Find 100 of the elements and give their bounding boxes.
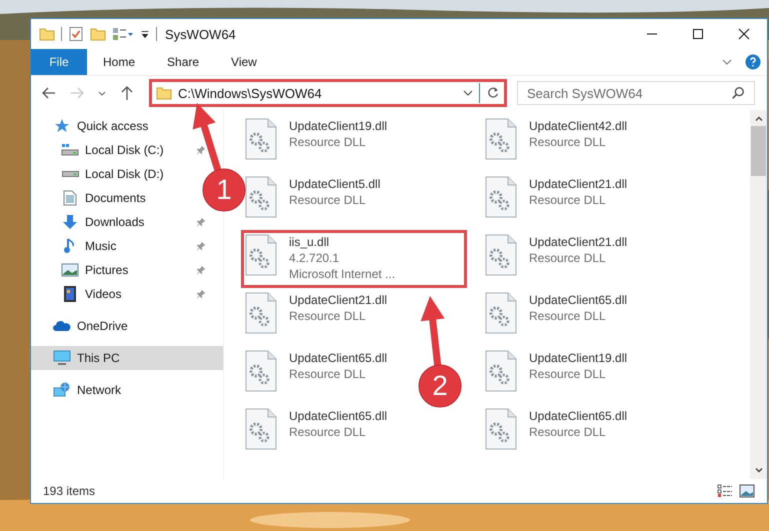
pin-icon[interactable] [196, 217, 206, 227]
document-icon [63, 190, 77, 206]
file-detail: Resource DLL [289, 424, 367, 440]
dll-file-icon [245, 408, 277, 450]
sidebar-item[interactable]: Quick access [31, 114, 223, 138]
picture-icon [61, 263, 79, 277]
sidebar-item[interactable]: Videos [61, 282, 122, 306]
step-number: 2 [431, 371, 449, 401]
sidebar-item[interactable]: Documents [61, 186, 146, 210]
up-arrow-icon[interactable] [119, 85, 135, 101]
scrollbar-thumb[interactable] [751, 126, 766, 176]
file-detail: 4.2.720.1 [289, 250, 340, 266]
pin-icon[interactable] [196, 265, 206, 275]
file-name: UpdateClient65.dll [529, 408, 628, 424]
file-name: UpdateClient21.dll [289, 292, 388, 308]
file-detail: Resource DLL [289, 308, 367, 324]
sidebar-item[interactable]: Downloads [61, 210, 144, 234]
item-count: 193 items [43, 484, 96, 498]
file-detail: Resource DLL [289, 134, 367, 150]
network-icon [53, 382, 71, 398]
file-detail: Resource DLL [529, 366, 607, 382]
close-icon [738, 28, 750, 40]
pin-icon[interactable] [196, 145, 206, 155]
file-item[interactable]: UpdateClient65.dll Resource DLL [481, 404, 634, 462]
properties-icon[interactable] [68, 26, 84, 42]
dll-file-icon [485, 408, 517, 450]
file-detail: Resource DLL [529, 192, 607, 208]
file-item[interactable]: iis_u.dll 4.2.720.1 Microsoft Internet ... [241, 230, 467, 288]
sidebar-item[interactable]: OneDrive [31, 314, 223, 338]
dll-file-icon [245, 176, 277, 218]
file-name: iis_u.dll [289, 234, 330, 250]
drive-icon [61, 143, 79, 157]
scroll-down-icon[interactable] [754, 465, 764, 475]
maximize-icon [692, 28, 704, 40]
help-icon[interactable] [745, 54, 761, 70]
file-detail: Resource DLL [529, 250, 607, 266]
file-detail: Resource DLL [289, 192, 367, 208]
music-note-icon [63, 238, 77, 254]
large-icons-view-icon[interactable] [739, 483, 755, 499]
dll-file-icon [245, 118, 277, 160]
pin-icon[interactable] [196, 241, 206, 251]
chevron-down-icon[interactable] [463, 88, 473, 98]
file-item[interactable]: UpdateClient65.dll Resource DLL [241, 346, 394, 404]
cloud-icon [53, 320, 71, 332]
sidebar-item[interactable]: Local Disk (C:) [61, 138, 164, 162]
sidebar-item[interactable]: Music [61, 234, 116, 258]
file-item[interactable]: UpdateClient19.dll Resource DLL [481, 346, 634, 404]
file-detail: Microsoft Internet ... [289, 266, 396, 282]
dll-file-icon [485, 350, 517, 392]
file-item[interactable]: UpdateClient19.dll Resource DLL [241, 114, 394, 172]
ribbon-tab[interactable]: Share [151, 49, 216, 75]
view-dropdown-icon[interactable] [112, 26, 134, 42]
dll-file-icon [485, 176, 517, 218]
dll-file-icon [245, 234, 277, 276]
download-icon [62, 214, 78, 230]
star-icon [54, 118, 70, 134]
file-item[interactable]: UpdateClient21.dll Resource DLL [241, 288, 394, 346]
back-arrow-icon[interactable] [41, 85, 57, 101]
search-field[interactable]: Search SysWOW64 [517, 81, 755, 105]
search-icon[interactable] [731, 86, 745, 100]
file-name: UpdateClient42.dll [529, 118, 628, 134]
pin-icon[interactable] [196, 289, 206, 299]
file-name: UpdateClient65.dll [289, 408, 388, 424]
file-item[interactable]: UpdateClient65.dll Resource DLL [241, 404, 394, 462]
file-detail: Resource DLL [529, 308, 607, 324]
sidebar-item[interactable]: Network [31, 378, 223, 402]
film-icon [63, 285, 77, 303]
file-name: UpdateClient65.dll [529, 292, 628, 308]
file-tab[interactable]: File [31, 49, 87, 75]
dll-file-icon [245, 350, 277, 392]
file-name: UpdateClient19.dll [529, 350, 628, 366]
file-name: UpdateClient65.dll [289, 350, 388, 366]
sidebar-item[interactable]: Pictures [61, 258, 128, 282]
file-name: UpdateClient19.dll [289, 118, 388, 134]
dll-file-icon [485, 234, 517, 276]
file-name: UpdateClient5.dll [289, 176, 380, 192]
file-name: UpdateClient21.dll [529, 176, 628, 192]
details-view-icon[interactable] [717, 483, 733, 499]
file-item[interactable]: UpdateClient42.dll Resource DLL [481, 114, 634, 172]
file-detail: Resource DLL [289, 366, 367, 382]
dll-file-icon [485, 292, 517, 334]
file-item[interactable]: UpdateClient5.dll Resource DLL [241, 172, 386, 230]
sidebar-item[interactable]: Local Disk (D:) [61, 162, 164, 186]
ribbon-tab[interactable]: Home [87, 49, 152, 75]
file-item[interactable]: UpdateClient21.dll Resource DLL [481, 172, 634, 230]
window-title: SysWOW64 [165, 26, 236, 42]
folder-icon [156, 85, 172, 101]
scrollbar[interactable] [750, 110, 767, 479]
file-name: UpdateClient21.dll [529, 234, 628, 250]
refresh-icon[interactable] [486, 86, 500, 100]
customize-icon[interactable] [140, 29, 150, 39]
file-item[interactable]: UpdateClient65.dll Resource DLL [481, 288, 634, 346]
drive-icon [62, 171, 78, 177]
sidebar-item[interactable]: This PC [31, 346, 223, 370]
dll-file-icon [485, 118, 517, 160]
file-detail: Resource DLL [529, 424, 607, 440]
ribbon-tab[interactable]: View [215, 49, 273, 75]
address-bar[interactable]: C:\Windows\SysWOW64 [149, 79, 507, 107]
file-item[interactable]: UpdateClient21.dll Resource DLL [481, 230, 634, 288]
dll-file-icon [245, 292, 277, 334]
